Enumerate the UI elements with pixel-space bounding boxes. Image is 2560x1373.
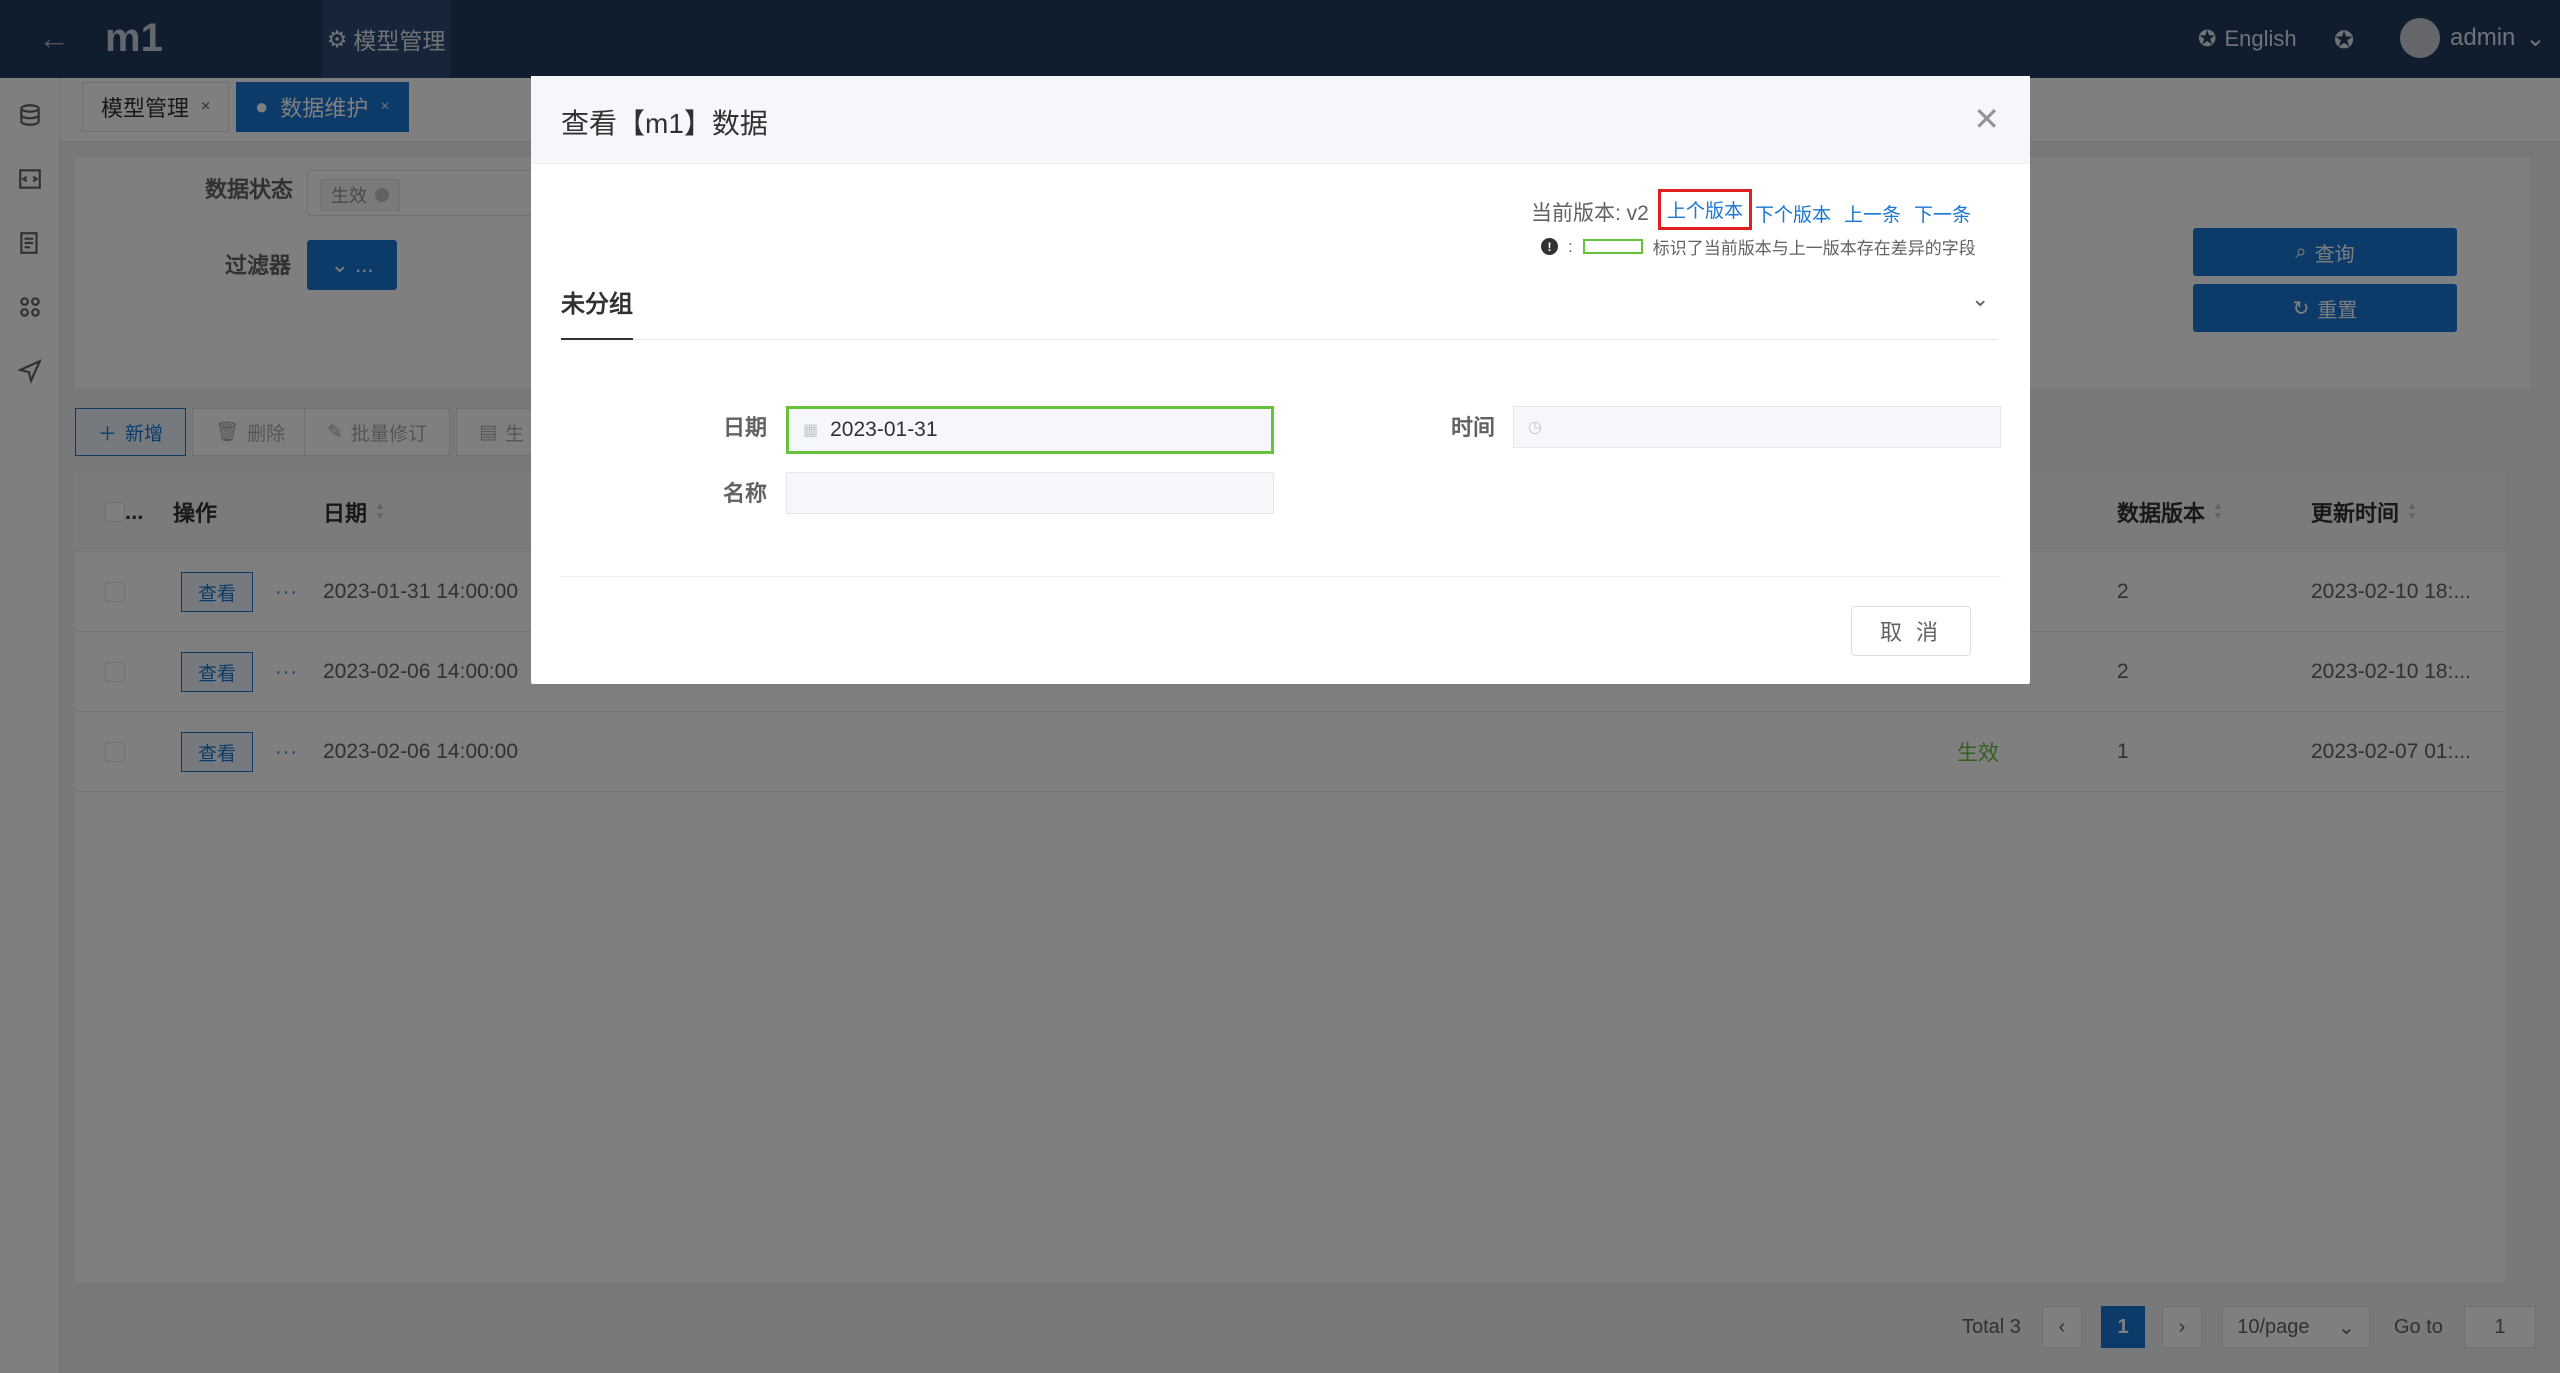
info-icon: !	[1541, 238, 1558, 255]
next-record-link[interactable]: 下一条	[1914, 200, 1971, 227]
prev-version-link[interactable]: 上个版本	[1658, 189, 1753, 230]
group-divider	[561, 339, 1997, 340]
group-title[interactable]: 未分组	[561, 284, 633, 319]
clock-icon: ◷	[1528, 419, 1542, 436]
prev-record-link[interactable]: 上一条	[1844, 200, 1901, 227]
time-label: 时间	[1450, 415, 1495, 440]
diff-legend: ! : 标识了当前版本与上一版本存在差异的字段	[1541, 234, 1976, 259]
view-data-dialog: 查看【m1】数据 ✕ 当前版本: v2 上个版本 下个版本 上一条 下一条 ! …	[531, 76, 2030, 684]
next-version-link[interactable]: 下个版本	[1755, 200, 1831, 227]
chevron-down-icon[interactable]: ⌄	[1971, 286, 1989, 312]
current-version-label: 当前版本: v2	[1531, 202, 1649, 225]
group-active-underline	[561, 338, 633, 340]
name-label: 名称	[722, 481, 767, 506]
dialog-title: 查看【m1】数据	[561, 108, 768, 139]
date-value: 2023-01-31	[830, 418, 938, 441]
date-label: 日期	[722, 415, 767, 440]
legend-colon: :	[1568, 236, 1573, 256]
name-field	[786, 472, 1274, 514]
footer-divider	[561, 576, 2001, 577]
dialog-header: 查看【m1】数据 ✕	[531, 76, 2030, 164]
time-field: ◷	[1513, 406, 2001, 448]
diff-swatch	[1582, 239, 1643, 254]
date-field: ▦ 2023-01-31	[786, 406, 1274, 454]
calendar-icon: ▦	[803, 422, 819, 439]
cancel-button[interactable]: 取 消	[1851, 606, 1971, 656]
legend-text: 标识了当前版本与上一版本存在差异的字段	[1652, 239, 1976, 258]
close-icon[interactable]: ✕	[1973, 100, 2000, 138]
